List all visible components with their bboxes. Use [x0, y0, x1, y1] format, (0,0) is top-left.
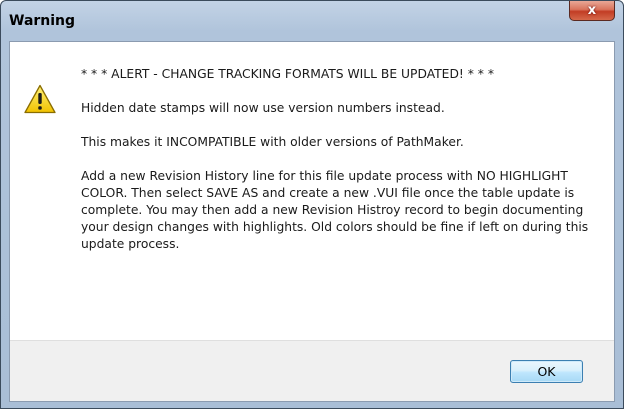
close-icon: x	[587, 3, 597, 18]
warning-dialog: Warning x * * * ALERT - CHANGE TRACKING …	[0, 0, 624, 409]
button-bar: OK	[10, 340, 614, 401]
window-title: Warning	[9, 13, 76, 29]
message-line-4: Add a new Revision History line for this…	[81, 169, 589, 251]
message-line-2: Hidden date stamps will now use version …	[81, 101, 445, 115]
close-button[interactable]: x	[569, 1, 615, 21]
alert-line: * * * ALERT - CHANGE TRACKING FORMATS WI…	[81, 67, 495, 81]
message-line-3: This makes it INCOMPATIBLE with older ve…	[81, 135, 464, 149]
warning-triangle-icon	[24, 84, 56, 114]
title-bar[interactable]: Warning x	[1, 1, 623, 41]
ok-button[interactable]: OK	[510, 360, 583, 383]
dialog-body: * * * ALERT - CHANGE TRACKING FORMATS WI…	[9, 41, 615, 402]
message-area: * * * ALERT - CHANGE TRACKING FORMATS WI…	[10, 42, 614, 342]
message-text: * * * ALERT - CHANGE TRACKING FORMATS WI…	[81, 66, 591, 270]
